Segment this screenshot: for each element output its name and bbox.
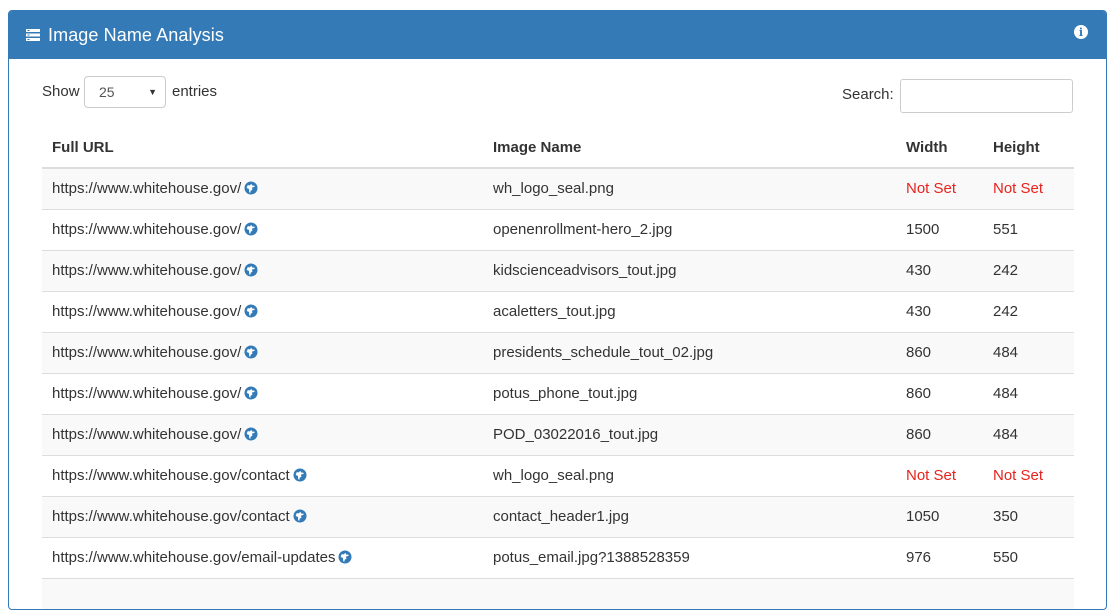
url-cell: https://www.whitehouse.gov/ — [42, 168, 483, 209]
width-cell: 976 — [896, 536, 983, 578]
image-table: Full URL Image Name Width Height https:/… — [42, 128, 1074, 609]
column-header-full-url[interactable]: Full URL — [42, 128, 483, 169]
table-row: https://www.whitehouse.gov/email-updates… — [42, 536, 1074, 578]
globe-icon[interactable] — [244, 263, 258, 277]
height-cell: 484 — [983, 372, 1074, 414]
url-cell: https://www.whitehouse.gov/ — [42, 413, 483, 455]
full-url: https://www.whitehouse.gov/ — [52, 262, 242, 279]
table-row: https://www.whitehouse.gov/acaletters_to… — [42, 290, 1074, 332]
search-label: Search: — [842, 86, 894, 103]
column-header-height[interactable]: Height — [983, 128, 1074, 169]
image-name-cell: potus_email.jpg?1388528359 — [483, 536, 896, 578]
table-row: https://www.whitehouse.gov/POD_03022016_… — [42, 413, 1074, 455]
search-input[interactable] — [900, 79, 1073, 113]
full-url: https://www.whitehouse.gov/ — [52, 344, 242, 361]
width-cell: 430 — [896, 290, 983, 332]
height-cell: 550 — [983, 536, 1074, 578]
table-row: https://www.whitehouse.gov/contact contac… — [42, 495, 1074, 537]
full-url: https://www.whitehouse.gov/ — [52, 221, 242, 238]
image-name-cell: POD_03022016_tout.jpg — [483, 413, 896, 455]
image-name-cell — [483, 577, 896, 609]
chevron-down-icon: ▼ — [148, 87, 157, 97]
width-cell: 430 — [896, 249, 983, 291]
image-name-cell: kidscienceadvisors_tout.jpg — [483, 249, 896, 291]
url-cell: https://www.whitehouse.gov/ — [42, 290, 483, 332]
table-row: https://www.whitehouse.gov/kidscienceadv… — [42, 249, 1074, 291]
entries-label: entries — [172, 83, 218, 100]
full-url: https://www.whitehouse.gov/ — [52, 385, 242, 402]
info-icon[interactable]: i — [1074, 25, 1088, 39]
globe-icon[interactable] — [244, 427, 258, 441]
url-cell: https://www.whitehouse.gov/ — [42, 249, 483, 291]
height-cell — [983, 577, 1074, 609]
table-row: https://www.whitehouse.gov/wh_logo_seal.… — [42, 168, 1074, 209]
globe-icon[interactable] — [244, 181, 258, 195]
image-name-cell: potus_phone_tout.jpg — [483, 372, 896, 414]
show-label: Show — [42, 83, 80, 100]
full-url: https://www.whitehouse.gov/contact — [52, 467, 290, 484]
full-url: https://www.whitehouse.gov/ — [52, 180, 242, 198]
height-cell: 551 — [983, 208, 1074, 250]
table-header-row: Full URL Image Name Width Height — [42, 128, 1074, 169]
image-name-cell: wh_logo_seal.png — [483, 168, 896, 209]
table-row: https://www.whitehouse.gov/presidents_sc… — [42, 331, 1074, 373]
full-url: https://www.whitehouse.gov/ — [52, 426, 242, 443]
height-cell: 242 — [983, 249, 1074, 291]
height-cell: 484 — [983, 331, 1074, 373]
table-controls: Show 25 ▼ entries Search: — [9, 59, 1106, 129]
width-cell: 860 — [896, 413, 983, 455]
image-name-cell: acaletters_tout.jpg — [483, 290, 896, 332]
url-cell — [42, 577, 483, 609]
table-row: https://www.whitehouse.gov/potus_phone_t… — [42, 372, 1074, 414]
table-row: https://www.whitehouse.gov/contact wh_log… — [42, 454, 1074, 496]
full-url: https://www.whitehouse.gov/contact — [52, 508, 290, 525]
globe-icon[interactable] — [244, 386, 258, 400]
width-cell: Not Set — [896, 168, 983, 209]
width-cell — [896, 577, 983, 609]
width-cell: 1050 — [896, 495, 983, 537]
column-header-image-name[interactable]: Image Name — [483, 128, 896, 169]
globe-icon[interactable] — [293, 468, 307, 482]
width-cell: Not Set — [896, 454, 983, 496]
url-cell: https://www.whitehouse.gov/contact — [42, 495, 483, 537]
page-length-value: 25 — [99, 84, 115, 100]
page-length-select[interactable]: 25 ▼ — [84, 76, 166, 108]
width-cell: 860 — [896, 331, 983, 373]
image-name-cell: openenrollment-hero_2.jpg — [483, 208, 896, 250]
height-cell: Not Set — [983, 168, 1074, 209]
full-url: https://www.whitehouse.gov/ — [52, 303, 242, 320]
table-row — [42, 577, 1074, 609]
height-cell: 242 — [983, 290, 1074, 332]
globe-icon[interactable] — [244, 222, 258, 236]
full-url: https://www.whitehouse.gov/email-updates — [52, 549, 336, 566]
image-name-analysis-panel: Image Name Analysis i Show 25 ▼ entries … — [8, 10, 1107, 610]
globe-icon[interactable] — [244, 304, 258, 318]
height-cell: 484 — [983, 413, 1074, 455]
url-cell: https://www.whitehouse.gov/ — [42, 208, 483, 250]
url-cell: https://www.whitehouse.gov/contact — [42, 454, 483, 496]
server-icon — [25, 27, 41, 43]
url-cell: https://www.whitehouse.gov/email-updates — [42, 536, 483, 578]
globe-icon[interactable] — [293, 509, 307, 523]
url-cell: https://www.whitehouse.gov/ — [42, 331, 483, 373]
width-cell: 1500 — [896, 208, 983, 250]
image-name-cell: presidents_schedule_tout_02.jpg — [483, 331, 896, 373]
url-cell: https://www.whitehouse.gov/ — [42, 372, 483, 414]
globe-icon[interactable] — [338, 550, 352, 564]
image-name-cell: wh_logo_seal.png — [483, 454, 896, 496]
column-header-width[interactable]: Width — [896, 128, 983, 169]
table-row: https://www.whitehouse.gov/openenrollmen… — [42, 208, 1074, 250]
globe-icon[interactable] — [244, 345, 258, 359]
panel-title: Image Name Analysis — [48, 24, 224, 45]
height-cell: 350 — [983, 495, 1074, 537]
width-cell: 860 — [896, 372, 983, 414]
height-cell: Not Set — [983, 454, 1074, 496]
image-name-cell: contact_header1.jpg — [483, 495, 896, 537]
panel-heading: Image Name Analysis i — [9, 11, 1106, 59]
